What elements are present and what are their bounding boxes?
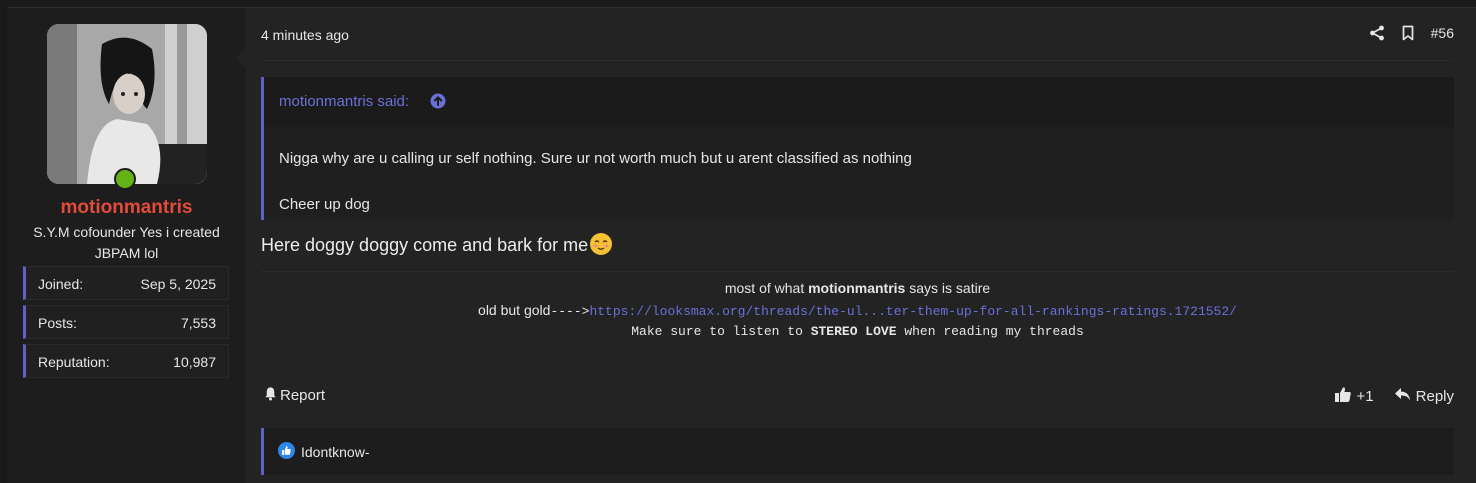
- sidebar-arrow: [236, 48, 246, 68]
- stat-value: Sep 5, 2025: [140, 276, 216, 292]
- like-reaction-icon: [278, 442, 295, 462]
- quote-author-link[interactable]: motionmantris said:: [279, 93, 409, 110]
- report-button[interactable]: Report: [263, 386, 325, 405]
- avatar[interactable]: [47, 24, 207, 184]
- signature-text: most of what: [724, 280, 809, 296]
- like-button[interactable]: +1: [1334, 386, 1374, 407]
- post-body-text: Here doggy doggy come and bark for me: [261, 235, 589, 255]
- post-main: 4 minutes ago #56 motionmantris said: Ni…: [261, 8, 1454, 483]
- signature-text: Make sure to listen to: [631, 324, 811, 339]
- divider: [261, 60, 1454, 61]
- username[interactable]: motionmantris: [7, 197, 246, 219]
- reactions-list[interactable]: Idontknow-: [278, 442, 369, 462]
- avatar-image: [47, 24, 207, 184]
- stat-posts: Posts: 7,553: [23, 305, 229, 339]
- signature-text: when reading my threads: [896, 324, 1084, 339]
- quote-line: Cheer up dog: [279, 196, 370, 213]
- share-icon[interactable]: [1369, 25, 1385, 41]
- post-header-actions: #56: [1369, 25, 1454, 41]
- thumbs-up-icon: [1334, 386, 1352, 407]
- post-number[interactable]: #56: [1431, 25, 1454, 41]
- online-status-icon: [114, 168, 136, 190]
- signature-line: most of what motionmantris says is satir…: [261, 278, 1454, 299]
- signature-bold: STEREO LOVE: [810, 324, 897, 339]
- stat-value: 10,987: [173, 354, 216, 370]
- user-sidebar: motionmantris S.Y.M cofounder Yes i crea…: [7, 8, 246, 483]
- reply-label: Reply: [1415, 388, 1454, 405]
- report-label: Report: [280, 387, 326, 404]
- stat-label: Posts:: [38, 315, 77, 331]
- signature-arrow: ---->: [550, 304, 590, 319]
- post-container: motionmantris S.Y.M cofounder Yes i crea…: [7, 7, 1476, 483]
- reactions-bar: Idontknow-: [261, 428, 1454, 475]
- signature: most of what motionmantris says is satir…: [261, 278, 1454, 343]
- quote-line: Nigga why are u calling ur self nothing.…: [279, 150, 912, 167]
- signature-text: old but gold: [478, 302, 551, 318]
- smiling-face-hearts-icon: [589, 232, 613, 261]
- stat-reputation: Reputation: 10,987: [23, 344, 229, 378]
- bell-icon: [263, 386, 278, 405]
- stat-joined: Joined: Sep 5, 2025: [23, 266, 229, 300]
- reaction-users[interactable]: Idontknow-: [301, 444, 369, 460]
- bookmark-icon[interactable]: [1401, 25, 1415, 41]
- user-title: S.Y.M cofounder Yes i created JBPAM lol: [33, 224, 220, 261]
- stat-label: Reputation:: [38, 354, 110, 370]
- post-time[interactable]: 4 minutes ago: [261, 27, 349, 43]
- signature-text: says is satire: [905, 280, 991, 296]
- quote-header: motionmantris said:: [264, 77, 1454, 127]
- post-body: Here doggy doggy come and bark for me: [261, 232, 613, 261]
- stat-value: 7,553: [180, 315, 216, 331]
- signature-line: Make sure to listen to STEREO LOVE when …: [261, 321, 1454, 343]
- signature-bold: motionmantris: [808, 280, 906, 296]
- post-actions: +1 Reply: [1334, 386, 1454, 407]
- stat-label: Joined:: [38, 276, 84, 292]
- signature-line: old but gold---->https://looksmax.org/th…: [261, 299, 1454, 321]
- reply-icon: [1394, 387, 1411, 406]
- reply-button[interactable]: Reply: [1394, 387, 1454, 406]
- divider: [261, 271, 1454, 272]
- like-count: +1: [1356, 388, 1374, 405]
- signature-link[interactable]: https://looksmax.org/threads/the-ul...te…: [589, 304, 1237, 319]
- quote-block: motionmantris said: Nigga why are u call…: [261, 77, 1454, 220]
- arrow-up-circle-icon[interactable]: [430, 93, 446, 113]
